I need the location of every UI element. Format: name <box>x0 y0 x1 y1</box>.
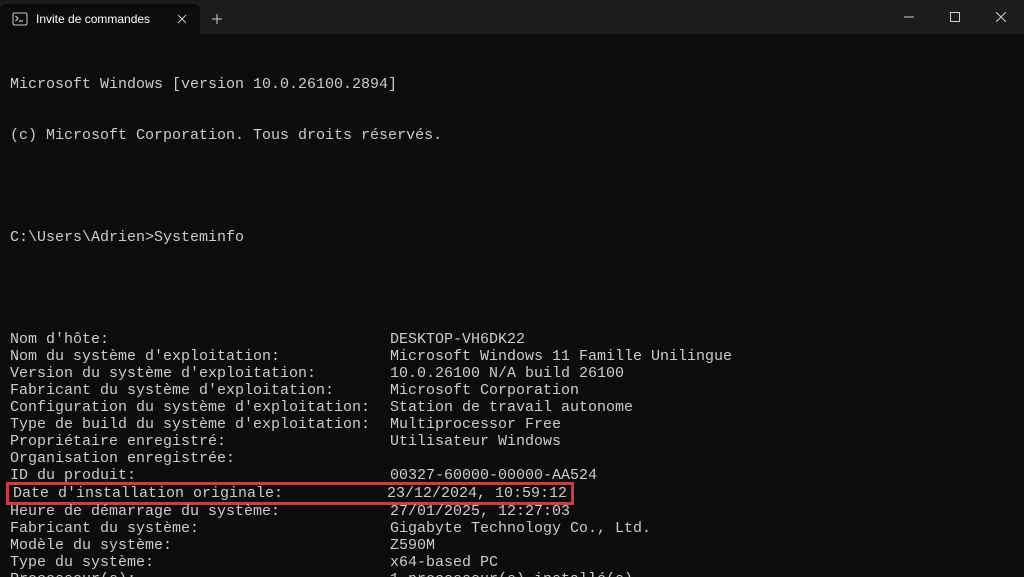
minimize-button[interactable] <box>886 0 932 34</box>
row-label: Date d'installation originale: <box>13 485 387 502</box>
row-value: Z590M <box>390 537 435 554</box>
output-row: Fabricant du système d'exploitation:Micr… <box>10 382 1014 399</box>
row-label: Version du système d'exploitation: <box>10 365 390 382</box>
row-value: 23/12/2024, 10:59:12 <box>387 485 567 502</box>
output-row: Nom d'hôte:DESKTOP-VH6DK22 <box>10 331 1014 348</box>
output-row: Date d'installation originale:23/12/2024… <box>9 485 571 502</box>
header-line: Microsoft Windows [version 10.0.26100.28… <box>10 76 1014 93</box>
row-label: Type du système: <box>10 554 390 571</box>
window-controls <box>886 0 1024 34</box>
row-label: Propriétaire enregistré: <box>10 433 390 450</box>
systeminfo-output: Nom d'hôte:DESKTOP-VH6DK22Nom du système… <box>10 331 1014 577</box>
blank-line <box>10 178 1014 195</box>
row-value: Microsoft Windows 11 Famille Unilingue <box>390 348 732 365</box>
row-label: Modèle du système: <box>10 537 390 554</box>
close-button[interactable] <box>978 0 1024 34</box>
header-line: (c) Microsoft Corporation. Tous droits r… <box>10 127 1014 144</box>
output-row: Modèle du système:Z590M <box>10 537 1014 554</box>
output-row: Organisation enregistrée: <box>10 450 1014 467</box>
maximize-button[interactable] <box>932 0 978 34</box>
new-tab-button[interactable] <box>200 4 234 34</box>
row-value: 1 processeur(s) installé(s). <box>390 571 642 577</box>
row-value: Station de travail autonome <box>390 399 633 416</box>
row-value: x64-based PC <box>390 554 498 571</box>
row-label: Fabricant du système d'exploitation: <box>10 382 390 399</box>
row-label: Organisation enregistrée: <box>10 450 390 467</box>
row-value: Gigabyte Technology Co., Ltd. <box>390 520 651 537</box>
prompt-path: C:\Users\Adrien> <box>10 229 154 246</box>
highlight-box: Date d'installation originale:23/12/2024… <box>6 482 574 505</box>
row-label: Configuration du système d'exploitation: <box>10 399 390 416</box>
row-value: Utilisateur Windows <box>390 433 561 450</box>
row-label: Nom du système d'exploitation: <box>10 348 390 365</box>
output-row: Type du système:x64-based PC <box>10 554 1014 571</box>
output-row: Heure de démarrage du système:27/01/2025… <box>10 503 1014 520</box>
row-label: Fabricant du système: <box>10 520 390 537</box>
tab-title: Invite de commandes <box>36 12 166 26</box>
prompt-line: C:\Users\Adrien>Systeminfo <box>10 229 1014 246</box>
tab-active[interactable]: Invite de commandes <box>0 4 200 34</box>
output-row: Processeur(s):1 processeur(s) installé(s… <box>10 571 1014 577</box>
tab-close-button[interactable] <box>174 11 190 27</box>
titlebar-drag-area[interactable] <box>234 0 886 34</box>
row-value: Microsoft Corporation <box>390 382 579 399</box>
row-label: Processeur(s): <box>10 571 390 577</box>
output-row: Configuration du système d'exploitation:… <box>10 399 1014 416</box>
row-label: Type de build du système d'exploitation: <box>10 416 390 433</box>
row-value: 10.0.26100 N/A build 26100 <box>390 365 624 382</box>
output-row: Nom du système d'exploitation:Microsoft … <box>10 348 1014 365</box>
window: Invite de commandes Microsoft Windows [v… <box>0 0 1024 577</box>
output-row: Type de build du système d'exploitation:… <box>10 416 1014 433</box>
prompt-command: Systeminfo <box>154 229 244 246</box>
blank-line <box>10 280 1014 297</box>
row-value: Multiprocessor Free <box>390 416 561 433</box>
output-row: Fabricant du système:Gigabyte Technology… <box>10 520 1014 537</box>
row-value: 27/01/2025, 12:27:03 <box>390 503 570 520</box>
output-row: Propriétaire enregistré:Utilisateur Wind… <box>10 433 1014 450</box>
row-label: Heure de démarrage du système: <box>10 503 390 520</box>
output-row: Version du système d'exploitation:10.0.2… <box>10 365 1014 382</box>
row-value: DESKTOP-VH6DK22 <box>390 331 525 348</box>
row-label: Nom d'hôte: <box>10 331 390 348</box>
terminal-content[interactable]: Microsoft Windows [version 10.0.26100.28… <box>0 34 1024 577</box>
titlebar[interactable]: Invite de commandes <box>0 0 1024 34</box>
terminal-icon <box>12 11 28 27</box>
